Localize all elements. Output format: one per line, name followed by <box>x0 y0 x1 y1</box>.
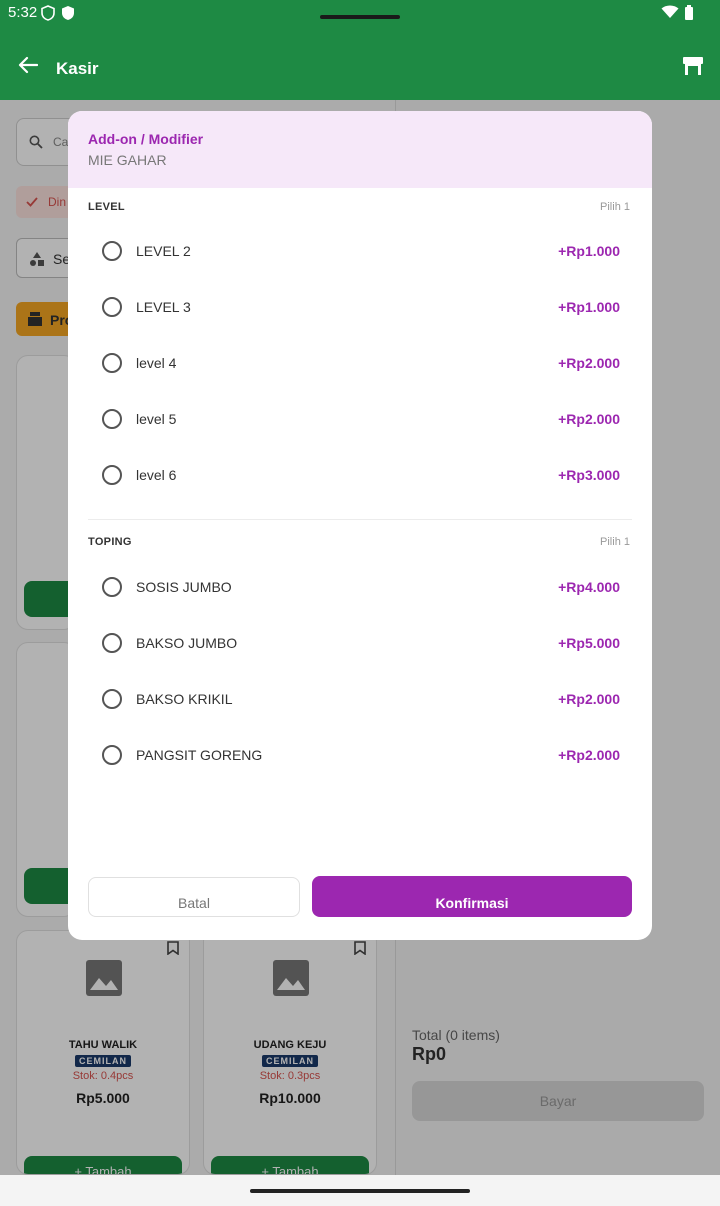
radio-button[interactable] <box>102 633 122 653</box>
option-label: level 6 <box>136 467 177 483</box>
option-row[interactable]: level 4 +Rp2.000 <box>92 341 628 385</box>
section-hint-toping: Pilih 1 <box>600 536 630 548</box>
cancel-button[interactable]: Batal <box>88 877 300 917</box>
option-price: +Rp1.000 <box>558 243 620 259</box>
section-title-toping: TOPING <box>88 536 132 548</box>
shield-icon <box>62 6 74 20</box>
option-row[interactable]: LEVEL 3 +Rp1.000 <box>92 285 628 329</box>
navigation-bar <box>0 1175 720 1206</box>
option-row[interactable]: level 5 +Rp2.000 <box>92 397 628 441</box>
radio-button[interactable] <box>102 409 122 429</box>
option-label: level 4 <box>136 355 177 371</box>
camera-notch <box>320 15 400 19</box>
store-icon[interactable] <box>682 56 704 76</box>
option-label: LEVEL 3 <box>136 299 191 315</box>
radio-button[interactable] <box>102 465 122 485</box>
radio-button[interactable] <box>102 689 122 709</box>
option-row[interactable]: PANGSIT GORENG +Rp2.000 <box>92 733 628 777</box>
option-label: LEVEL 2 <box>136 243 191 259</box>
option-row[interactable]: BAKSO JUMBO +Rp5.000 <box>92 621 628 665</box>
wifi-icon <box>661 5 679 18</box>
option-price: +Rp2.000 <box>558 355 620 371</box>
option-price: +Rp4.000 <box>558 579 620 595</box>
app-bar: Kasir <box>0 28 720 100</box>
option-label: BAKSO JUMBO <box>136 635 238 651</box>
option-price: +Rp2.000 <box>558 691 620 707</box>
radio-button[interactable] <box>102 577 122 597</box>
option-row[interactable]: LEVEL 2 +Rp1.000 <box>92 229 628 273</box>
option-price: +Rp2.000 <box>558 411 620 427</box>
option-price: +Rp3.000 <box>558 467 620 483</box>
option-price: +Rp1.000 <box>558 299 620 315</box>
battery-icon <box>685 5 693 20</box>
status-time: 5:32 <box>8 4 38 21</box>
option-row[interactable]: BAKSO KRIKIL +Rp2.000 <box>92 677 628 721</box>
section-hint-level: Pilih 1 <box>600 201 630 213</box>
gesture-handle[interactable] <box>250 1189 470 1193</box>
shield-outline-icon <box>41 5 55 21</box>
status-bar: 5:32 <box>0 0 720 28</box>
option-row[interactable]: SOSIS JUMBO +Rp4.000 <box>92 565 628 609</box>
radio-button[interactable] <box>102 297 122 317</box>
section-divider <box>88 519 632 520</box>
confirm-button[interactable]: Konfirmasi <box>312 876 632 917</box>
addon-modifier-dialog: Add-on / Modifier MIE GAHAR LEVEL Pilih … <box>68 111 652 940</box>
option-price: +Rp2.000 <box>558 747 620 763</box>
dialog-title: Add-on / Modifier <box>88 131 204 147</box>
option-row[interactable]: level 6 +Rp3.000 <box>92 453 628 497</box>
option-label: SOSIS JUMBO <box>136 579 232 595</box>
radio-button[interactable] <box>102 745 122 765</box>
page-title: Kasir <box>56 59 99 78</box>
section-title-level: LEVEL <box>88 201 125 213</box>
radio-button[interactable] <box>102 353 122 373</box>
option-label: PANGSIT GORENG <box>136 747 263 763</box>
radio-button[interactable] <box>102 241 122 261</box>
option-price: +Rp5.000 <box>558 635 620 651</box>
back-arrow-icon[interactable] <box>18 56 38 74</box>
option-label: level 5 <box>136 411 177 427</box>
option-label: BAKSO KRIKIL <box>136 691 233 707</box>
dialog-subtitle: MIE GAHAR <box>88 152 167 168</box>
dialog-header: Add-on / Modifier MIE GAHAR <box>68 111 652 188</box>
